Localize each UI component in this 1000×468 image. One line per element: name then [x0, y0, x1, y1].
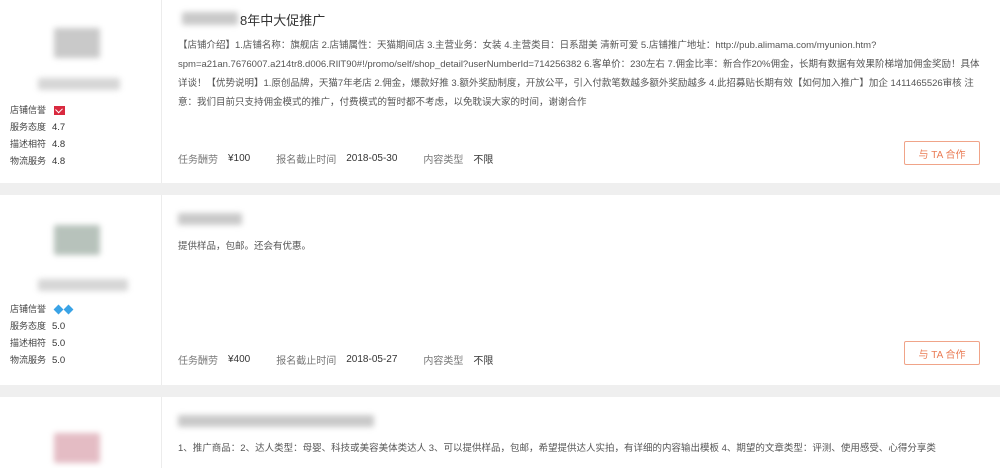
reward-value: ¥400 — [228, 354, 251, 365]
task-card: 店铺信誉 服务态度 4.7 描述相符 4.8 物流服务 4.8 8年中大促推广 【店铺… — [0, 0, 1000, 183]
task-description: 1、推广商品：2、达人类型：母婴、科技或美容美体类达人 3、可以提供样品，包邮，… — [178, 443, 936, 454]
rating-logistics: 物流服务 5.0 — [10, 352, 72, 369]
shop-sidebar — [0, 397, 162, 468]
task-title-redacted[interactable] — [178, 213, 242, 225]
rating-value: 5.0 — [52, 338, 66, 349]
shop-name-redacted — [182, 12, 238, 25]
task-title-redacted[interactable] — [178, 415, 374, 427]
rating-value: 4.7 — [52, 122, 66, 133]
rating-label: 店铺信誉 — [10, 304, 47, 314]
rating-label: 物流服务 — [10, 156, 47, 166]
task-description: 【店铺介绍】1.店铺名称：旗舰店 2.店铺属性：天猫期间店 3.主营业务：女装 … — [178, 40, 980, 108]
rating-label: 服务态度 — [10, 321, 47, 331]
content-type-value: 不限 — [473, 155, 494, 166]
deadline-label: 报名截止时间 — [276, 155, 337, 166]
shop-ratings: 店铺信誉 服务态度 5.0 描述相符 5.0 物流服务 5.0 — [10, 301, 74, 369]
shop-sidebar: 店铺信誉 服务态度 5.0 描述相符 5.0 物流服务 5.0 — [0, 195, 162, 385]
reward-label: 任务酬劳 — [178, 356, 218, 367]
rating-label: 服务态度 — [10, 122, 47, 132]
rating-description: 描述相符 5.0 — [10, 335, 72, 352]
content-type-label: 内容类型 — [423, 356, 464, 367]
task-meta: 任务酬劳 ¥100 报名截止时间 2018-05-30 内容类型 不限 — [178, 151, 519, 166]
rating-service: 服务态度 5.0 — [10, 318, 72, 335]
shop-name[interactable] — [38, 78, 120, 90]
task-card: 1、推广商品：2、达人类型：母婴、科技或美容美体类达人 3、可以提供样品，包邮，… — [0, 397, 1000, 468]
rating-value: 5.0 — [52, 321, 66, 332]
task-description: 提供样品，包邮。还会有优惠。 — [178, 241, 312, 252]
shop-avatar[interactable] — [54, 28, 100, 58]
content-type-value: 不限 — [473, 356, 494, 367]
rating-credit: 店铺信誉 — [10, 301, 74, 318]
shop-name[interactable] — [38, 279, 128, 291]
deadline-label: 报名截止时间 — [276, 356, 337, 367]
shop-avatar[interactable] — [54, 433, 100, 463]
task-card: 店铺信誉 服务态度 5.0 描述相符 5.0 物流服务 5.0 提供样品，包邮。还会有… — [0, 195, 1000, 385]
diamond-icon — [53, 304, 64, 315]
rating-label: 店铺信誉 — [10, 105, 47, 115]
task-title[interactable]: 8年中大促推广 — [240, 10, 325, 29]
deadline-value: 2018-05-30 — [346, 153, 398, 164]
rating-label: 物流服务 — [10, 355, 47, 365]
crown-icon — [54, 106, 65, 115]
reward-value: ¥100 — [228, 153, 251, 164]
rating-value: 4.8 — [52, 156, 66, 167]
rating-service: 服务态度 4.7 — [10, 119, 65, 136]
rating-description: 描述相符 4.8 — [10, 136, 65, 153]
rating-label: 描述相符 — [10, 338, 47, 348]
shop-avatar[interactable] — [54, 225, 100, 255]
rating-label: 描述相符 — [10, 139, 47, 149]
task-meta: 任务酬劳 ¥400 报名截止时间 2018-05-27 内容类型 不限 — [178, 352, 519, 367]
cooperate-button[interactable]: 与 TA 合作 — [904, 141, 980, 165]
deadline-value: 2018-05-27 — [346, 354, 398, 365]
reward-label: 任务酬劳 — [178, 155, 218, 166]
rating-value: 5.0 — [52, 355, 66, 366]
rating-value: 4.8 — [52, 139, 66, 150]
diamond-icon — [63, 304, 74, 315]
shop-ratings: 店铺信誉 服务态度 4.7 描述相符 4.8 物流服务 4.8 — [10, 102, 65, 170]
rating-logistics: 物流服务 4.8 — [10, 153, 65, 170]
cooperate-button[interactable]: 与 TA 合作 — [904, 341, 980, 365]
content-type-label: 内容类型 — [423, 155, 464, 166]
rating-credit: 店铺信誉 — [10, 102, 65, 119]
shop-sidebar: 店铺信誉 服务态度 4.7 描述相符 4.8 物流服务 4.8 — [0, 0, 162, 183]
